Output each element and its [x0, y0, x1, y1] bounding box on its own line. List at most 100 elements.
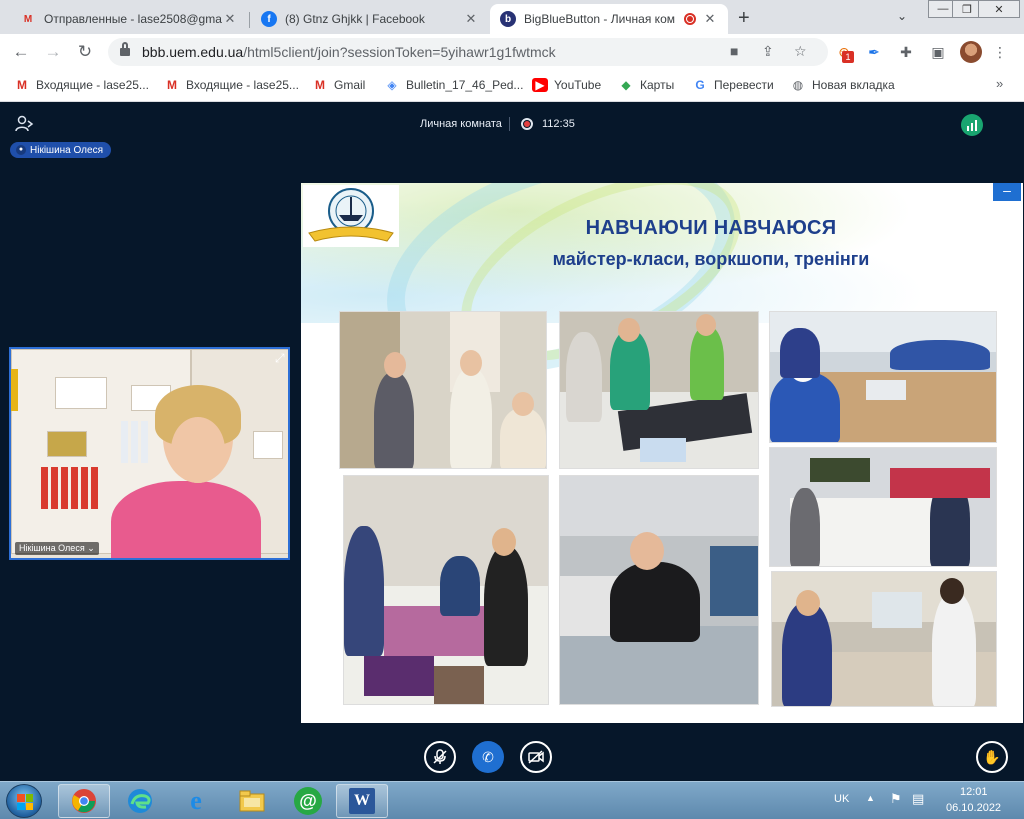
- bookmark-item[interactable]: ◈ Bulletin_17_46_Ped...: [384, 78, 523, 92]
- raise-hand-button[interactable]: ✋: [976, 741, 1008, 773]
- bookmark-star-icon[interactable]: ☆: [794, 43, 807, 60]
- close-icon[interactable]: ✕: [702, 11, 718, 27]
- clock-date[interactable]: 06.10.2022: [946, 802, 1001, 814]
- recording-timer: 112:35: [542, 118, 575, 130]
- taskbar-mail-app[interactable]: @: [282, 784, 334, 818]
- binder: [81, 467, 88, 509]
- forward-arrow-icon[interactable]: →: [42, 41, 64, 63]
- close-window-button[interactable]: ✕: [978, 0, 1020, 18]
- tab-facebook[interactable]: f (8) Gtnz Ghjkk | Facebook ✕: [251, 4, 489, 34]
- profile-avatar[interactable]: [960, 41, 982, 63]
- bookmark-label: Gmail: [334, 78, 366, 92]
- bookmark-item[interactable]: M Gmail: [312, 78, 365, 92]
- bookmark-label: Входящие - lase25...: [36, 78, 149, 92]
- binder: [71, 467, 78, 509]
- close-icon[interactable]: ✕: [222, 11, 238, 27]
- taskbar-internet-explorer[interactable]: e: [170, 784, 222, 818]
- clock-time[interactable]: 12:01: [960, 786, 988, 798]
- network-icon[interactable]: ▤: [912, 791, 924, 807]
- lock-icon[interactable]: [120, 42, 130, 57]
- recording-icon[interactable]: [521, 118, 533, 130]
- recording-indicator-icon: [684, 13, 696, 25]
- microphone-icon: ●: [16, 145, 26, 155]
- camera-in-use-icon[interactable]: ■: [730, 43, 738, 59]
- connection-status-button[interactable]: [961, 114, 983, 136]
- address-bar[interactable]: bbb.uem.edu.ua/html5client/join?sessionT…: [108, 38, 828, 66]
- start-button[interactable]: [6, 784, 42, 818]
- bookmark-label: Новая вкладка: [812, 78, 895, 92]
- action-center-flag-icon[interactable]: ⚑: [890, 791, 902, 807]
- fullscreen-icon[interactable]: ⤢: [275, 351, 285, 366]
- framed-picture: [55, 377, 107, 409]
- bookmark-item[interactable]: G Перевести: [692, 78, 774, 92]
- pen-extension-icon[interactable]: ✒: [864, 42, 884, 62]
- institution-logo: [303, 185, 399, 247]
- bookmark-label: YouTube: [554, 78, 602, 92]
- tab-search-chevron-icon[interactable]: ⌄: [897, 9, 907, 23]
- windows-logo-icon: [17, 794, 33, 810]
- language-indicator[interactable]: UK: [834, 793, 849, 805]
- bookmark-item[interactable]: ◍ Новая вкладка: [790, 78, 895, 92]
- maps-icon: ◆: [621, 78, 631, 92]
- fullscreen-presentation-icon[interactable]: ⤢: [1005, 707, 1015, 722]
- show-hidden-icons-icon[interactable]: ▲: [866, 793, 875, 803]
- reload-icon[interactable]: ↻: [74, 41, 96, 63]
- mute-microphone-button[interactable]: [424, 741, 456, 773]
- binder: [61, 467, 68, 509]
- gmail-icon: M: [17, 78, 27, 92]
- webcam-user-label[interactable]: Нікішина Олеся ⌄: [15, 542, 99, 555]
- browser-tab-strip: M Отправленные - lase2508@gma ✕ f (8) Gt…: [0, 0, 1024, 34]
- slide-photo: [769, 311, 997, 443]
- bookmark-item[interactable]: ▶ YouTube: [532, 78, 601, 92]
- new-tab-button[interactable]: +: [738, 7, 750, 30]
- meeting-app: ● Нікішина Олеся Личная комната 112:35 Н…: [0, 103, 1024, 781]
- leave-audio-button[interactable]: ✆: [472, 741, 504, 773]
- bookmark-label: Перевести: [714, 78, 774, 92]
- tab-gmail-sent[interactable]: M Отправленные - lase2508@gma ✕: [10, 4, 248, 34]
- taskbar-chrome[interactable]: [58, 784, 110, 818]
- taskbar-edge[interactable]: [114, 784, 166, 818]
- slide-heading: НАВЧАЮЧИ НАВЧАЮСЯ: [585, 217, 837, 239]
- talking-user-indicator: ● Нікішина Олеся: [10, 142, 111, 158]
- tab-title: (8) Gtnz Ghjkk | Facebook: [285, 12, 425, 26]
- webcam-video[interactable]: Нікішина Олеся ⌄ ⤢: [9, 347, 290, 560]
- edge-icon: [128, 789, 152, 813]
- bookmark-item[interactable]: M Входящие - lase25...: [14, 78, 149, 92]
- menu-dots-icon[interactable]: ⋮: [990, 42, 1010, 62]
- hand-icon: ✋: [983, 748, 1001, 765]
- camera-off-icon: [528, 750, 544, 764]
- gmail-icon: M: [167, 78, 177, 92]
- internet-explorer-icon: e: [190, 786, 202, 815]
- gmail-icon: M: [315, 78, 325, 92]
- slide-photo: [339, 311, 547, 469]
- link-icon: ◈: [387, 78, 397, 92]
- chrome-icon: [72, 789, 96, 813]
- folder-icon: [239, 790, 265, 812]
- bigbluebutton-icon: b: [500, 11, 516, 27]
- at-sign-icon: @: [294, 787, 322, 815]
- taskbar-word[interactable]: W: [336, 784, 388, 818]
- extensions-puzzle-icon[interactable]: ✚: [896, 42, 916, 62]
- back-arrow-icon[interactable]: ←: [10, 41, 32, 63]
- presentation-slide: НАВЧАЮЧИ НАВЧАЮСЯ майстер-класи, воркшоп…: [301, 183, 1023, 723]
- browser-toolbar: ← → ↻ bbb.uem.edu.ua/html5client/join?se…: [0, 34, 1024, 70]
- share-webcam-button[interactable]: [520, 741, 552, 773]
- slide-photo: [559, 475, 759, 705]
- tab-bigbluebutton[interactable]: b BigBlueButton - Личная ком ✕: [490, 4, 728, 34]
- users-list-icon[interactable]: [14, 115, 34, 133]
- tab-title: BigBlueButton - Личная ком: [524, 12, 675, 26]
- bookmarks-overflow-button[interactable]: »: [996, 76, 1003, 91]
- person-face: [171, 417, 225, 483]
- slide-subheading: майстер-класи, воркшопи, тренінги: [552, 249, 870, 269]
- share-icon[interactable]: ⇪: [762, 43, 774, 60]
- framed-picture: [253, 431, 283, 459]
- bookmark-item[interactable]: ◆ Карты: [618, 78, 674, 92]
- slide-photo: [769, 447, 997, 567]
- taskbar-file-explorer[interactable]: [226, 784, 278, 818]
- bookmark-item[interactable]: M Входящие - lase25...: [164, 78, 299, 92]
- url-path: /html5client/join?sessionToken=5yihawr1g…: [243, 44, 556, 60]
- side-panel-icon[interactable]: ▣: [928, 42, 948, 62]
- minimize-presentation-button[interactable]: –: [993, 183, 1021, 201]
- binder: [91, 467, 98, 509]
- close-icon[interactable]: ✕: [463, 11, 479, 27]
